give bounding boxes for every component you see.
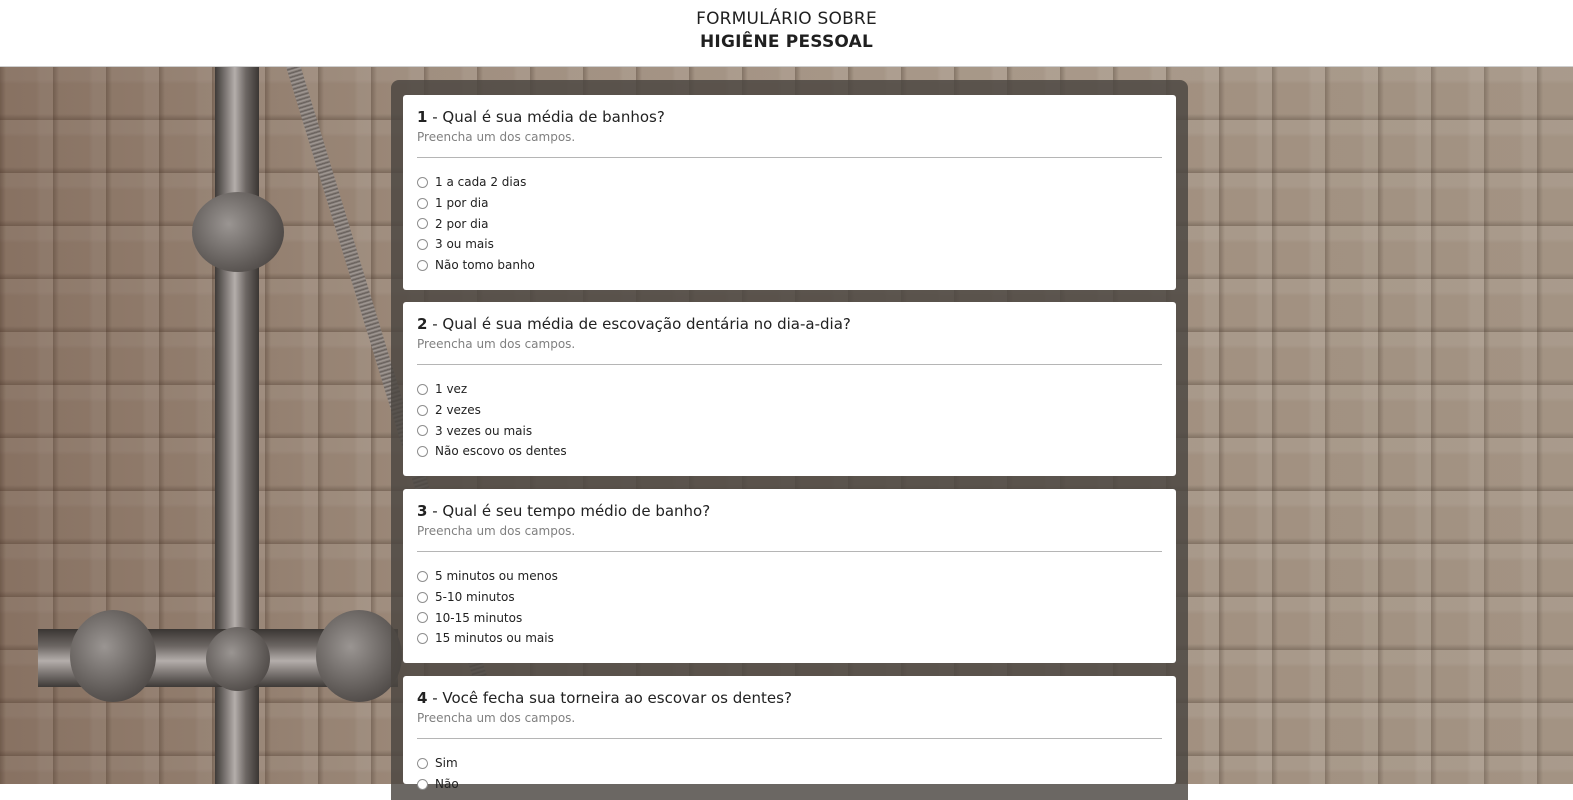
question-title: 1 - Qual é sua média de banhos? bbox=[417, 108, 1162, 127]
shower-bracket bbox=[192, 192, 284, 272]
question-number: 1 bbox=[417, 108, 428, 126]
option-row[interactable]: 15 minutos ou mais bbox=[417, 628, 1162, 649]
mixer-knob-center bbox=[206, 627, 270, 691]
radio-button[interactable] bbox=[417, 570, 428, 582]
question-title: 2 - Qual é sua média de escovação dentár… bbox=[417, 315, 1162, 334]
option-row[interactable]: 5-10 minutos bbox=[417, 587, 1162, 608]
question-text: - Você fecha sua torneira ao escovar os … bbox=[427, 689, 792, 707]
radio-button[interactable] bbox=[417, 176, 428, 188]
option-row[interactable]: 2 vezes bbox=[417, 400, 1162, 421]
page-title-line2: HIGIÊNE PESSOAL bbox=[700, 32, 873, 52]
option-label[interactable]: Não tomo banho bbox=[435, 258, 535, 272]
question-title: 4 - Você fecha sua torneira ao escovar o… bbox=[417, 689, 1162, 708]
option-label[interactable]: Não bbox=[435, 777, 459, 791]
option-row[interactable]: 3 vezes ou mais bbox=[417, 420, 1162, 441]
page-header: FORMULÁRIO SOBRE HIGIÊNE PESSOAL bbox=[0, 0, 1573, 67]
option-row[interactable]: 1 vez bbox=[417, 379, 1162, 400]
divider bbox=[417, 157, 1162, 158]
option-row[interactable]: 1 por dia bbox=[417, 193, 1162, 214]
option-row[interactable]: Não escovo os dentes bbox=[417, 441, 1162, 462]
question-card-3: 3 - Qual é seu tempo médio de banho? Pre… bbox=[403, 489, 1176, 663]
question-card-1: 1 - Qual é sua média de banhos? Preencha… bbox=[403, 95, 1176, 290]
option-row[interactable]: 5 minutos ou menos bbox=[417, 566, 1162, 587]
option-row[interactable]: 10-15 minutos bbox=[417, 607, 1162, 628]
question-card-2: 2 - Qual é sua média de escovação dentár… bbox=[403, 302, 1176, 476]
option-row[interactable]: 1 a cada 2 dias bbox=[417, 172, 1162, 193]
option-label[interactable]: Sim bbox=[435, 756, 458, 770]
mixer-knob-left bbox=[70, 610, 156, 702]
radio-button[interactable] bbox=[417, 404, 428, 416]
radio-button[interactable] bbox=[417, 591, 428, 603]
mixer-knob-right bbox=[316, 610, 402, 702]
option-row[interactable]: 2 por dia bbox=[417, 213, 1162, 234]
option-label[interactable]: 15 minutos ou mais bbox=[435, 631, 554, 645]
option-label[interactable]: 3 ou mais bbox=[435, 237, 494, 251]
radio-button[interactable] bbox=[417, 218, 428, 230]
radio-button[interactable] bbox=[417, 612, 428, 624]
option-label[interactable]: 1 vez bbox=[435, 382, 467, 396]
question-number: 2 bbox=[417, 315, 428, 333]
radio-button[interactable] bbox=[417, 259, 428, 271]
question-hint: Preencha um dos campos. bbox=[417, 524, 576, 538]
question-number: 4 bbox=[417, 689, 428, 707]
question-text: - Qual é sua média de banhos? bbox=[427, 108, 665, 126]
radio-button[interactable] bbox=[417, 632, 428, 644]
option-row[interactable]: Não bbox=[417, 774, 1162, 795]
radio-button[interactable] bbox=[417, 757, 428, 769]
question-text: - Qual é seu tempo médio de banho? bbox=[427, 502, 711, 520]
question-hint: Preencha um dos campos. bbox=[417, 130, 576, 144]
option-label[interactable]: 2 vezes bbox=[435, 403, 481, 417]
divider bbox=[417, 738, 1162, 739]
divider bbox=[417, 551, 1162, 552]
radio-button[interactable] bbox=[417, 197, 428, 209]
option-label[interactable]: 1 a cada 2 dias bbox=[435, 175, 526, 189]
divider bbox=[417, 364, 1162, 365]
question-number: 3 bbox=[417, 502, 428, 520]
radio-button[interactable] bbox=[417, 445, 428, 457]
option-label[interactable]: 2 por dia bbox=[435, 217, 488, 231]
question-title: 3 - Qual é seu tempo médio de banho? bbox=[417, 502, 1162, 521]
option-label[interactable]: Não escovo os dentes bbox=[435, 444, 567, 458]
radio-button[interactable] bbox=[417, 238, 428, 250]
option-label[interactable]: 10-15 minutos bbox=[435, 611, 522, 625]
option-label[interactable]: 3 vezes ou mais bbox=[435, 424, 532, 438]
page-title-line1: FORMULÁRIO SOBRE bbox=[696, 9, 877, 29]
radio-button[interactable] bbox=[417, 778, 428, 790]
option-label[interactable]: 1 por dia bbox=[435, 196, 488, 210]
question-hint: Preencha um dos campos. bbox=[417, 337, 576, 351]
option-row[interactable]: Não tomo banho bbox=[417, 255, 1162, 276]
question-text: - Qual é sua média de escovação dentária… bbox=[427, 315, 851, 333]
question-card-4: 4 - Você fecha sua torneira ao escovar o… bbox=[403, 676, 1176, 791]
option-label[interactable]: 5 minutos ou menos bbox=[435, 569, 558, 583]
radio-button[interactable] bbox=[417, 383, 428, 395]
option-label[interactable]: 5-10 minutos bbox=[435, 590, 515, 604]
question-hint: Preencha um dos campos. bbox=[417, 711, 576, 725]
option-row[interactable]: Sim bbox=[417, 753, 1162, 774]
radio-button[interactable] bbox=[417, 425, 428, 437]
option-row[interactable]: 3 ou mais bbox=[417, 234, 1162, 255]
